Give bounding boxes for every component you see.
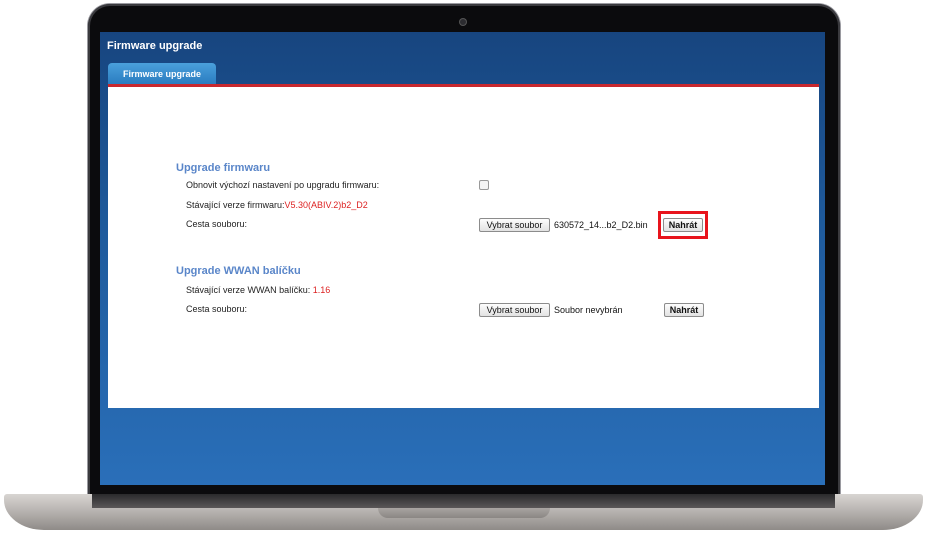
- wwan-version-row: Stávající verze WWAN balíčku: 1.16: [186, 285, 330, 295]
- tab-firmware-upgrade[interactable]: Firmware upgrade: [108, 63, 216, 84]
- firmware-version-row: Stávající verze firmwaru:V5.30(ABIV.2)b2…: [186, 200, 368, 210]
- firmware-upload-button[interactable]: Nahrát: [663, 218, 703, 232]
- firmware-section-title: Upgrade firmwaru: [176, 162, 271, 174]
- restore-defaults-checkbox[interactable]: [479, 180, 489, 190]
- wwan-version-value: 1.16: [312, 285, 331, 295]
- firmware-version-label: Stávající verze firmwaru:: [186, 200, 285, 210]
- laptop-hinge: [92, 494, 835, 508]
- firmware-version-value: V5.30(ABIV.2)b2_D2: [284, 200, 368, 210]
- webcam: [460, 19, 466, 25]
- wwan-file-path-label: Cesta souboru:: [186, 304, 248, 314]
- wwan-upload-button[interactable]: Nahrát: [664, 303, 704, 317]
- firmware-file-path-label: Cesta souboru:: [186, 219, 248, 229]
- wwan-selected-file: Soubor nevybrán: [554, 305, 623, 315]
- firmware-choose-file-button[interactable]: Vybrat soubor: [479, 218, 550, 232]
- wwan-choose-file-button[interactable]: Vybrat soubor: [479, 303, 550, 317]
- firmware-selected-file: 630572_14...b2_D2.bin: [554, 220, 648, 230]
- restore-defaults-label: Obnovit výchozí nastavení po upgradu fir…: [186, 180, 380, 190]
- screen: Firmware upgrade Firmware upgrade Upgrad…: [100, 32, 825, 485]
- content-panel: Upgrade firmwaru Obnovit výchozí nastave…: [108, 87, 819, 408]
- laptop-notch: [378, 508, 550, 518]
- page-title: Firmware upgrade: [107, 40, 203, 52]
- wwan-section-title: Upgrade WWAN balíčku: [176, 265, 301, 277]
- wwan-version-label: Stávající verze WWAN balíčku:: [186, 285, 311, 295]
